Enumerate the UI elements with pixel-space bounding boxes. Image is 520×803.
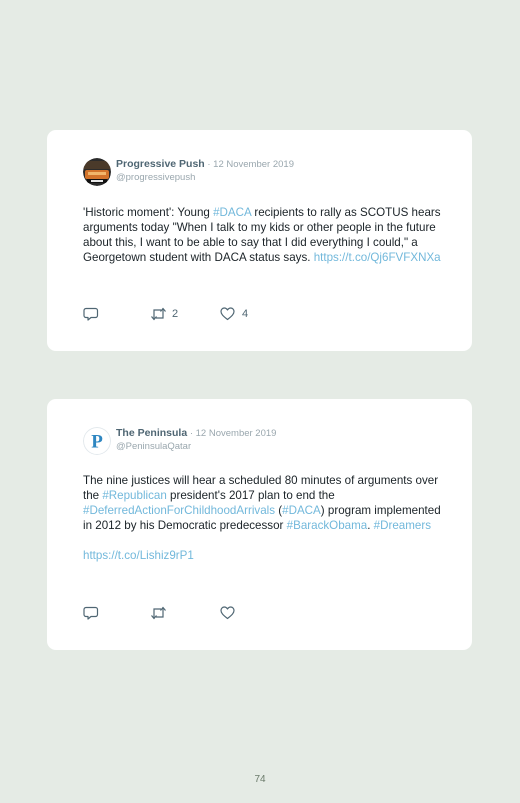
url-link[interactable]: https://t.co/Lishiz9rP1 [83, 549, 194, 562]
tweet-text: 'Historic moment': Young #DACA recipient… [83, 205, 442, 265]
text-segment: president's 2017 plan to end the [166, 489, 335, 502]
hashtag-link[interactable]: #DACA [282, 504, 321, 517]
retweet-icon [151, 307, 166, 321]
tweet-card: Progressive Push · 12 November 2019 @pro… [47, 130, 472, 351]
tweet-date[interactable]: 12 November 2019 [196, 428, 277, 439]
author-handle[interactable]: @PeninsulaQatar [116, 440, 276, 453]
meta-separator: · [187, 428, 196, 439]
tweet-meta: The Peninsula · 12 November 2019 @Penins… [116, 427, 276, 453]
the-peninsula-logo-icon: P [83, 427, 111, 455]
hashtag-link[interactable]: #BarackObama [287, 519, 368, 532]
author-name[interactable]: The Peninsula [116, 427, 187, 439]
tweet-card: P The Peninsula · 12 November 2019 @Peni… [47, 399, 472, 650]
name-line: Progressive Push · 12 November 2019 [116, 158, 294, 171]
name-line: The Peninsula · 12 November 2019 [116, 427, 276, 440]
like-count: 4 [242, 308, 249, 320]
avatar[interactable]: P [83, 427, 111, 455]
avatar[interactable] [83, 158, 111, 186]
tweet-meta: Progressive Push · 12 November 2019 @pro… [116, 158, 294, 184]
page-number: 74 [254, 774, 266, 785]
tweet-date[interactable]: 12 November 2019 [213, 159, 294, 170]
avatar-letter: P [91, 432, 103, 453]
reply-icon [83, 307, 99, 321]
heart-icon [220, 307, 235, 321]
heart-icon [220, 606, 235, 620]
hashtag-link[interactable]: #DACA [213, 206, 251, 219]
url-link[interactable]: https://t.co/Qj6FVFXNXa [314, 251, 441, 264]
retweet-icon [151, 606, 166, 620]
text-segment: 'Historic moment': Young [83, 206, 214, 219]
progressive-push-avatar-icon [83, 158, 111, 186]
retweet-count: 2 [172, 308, 179, 320]
author-handle[interactable]: @progressivepush [116, 171, 294, 184]
reply-icon [83, 606, 99, 620]
hashtag-link[interactable]: #Dreamers [374, 519, 431, 532]
tweet-text: The nine justices will hear a scheduled … [83, 473, 442, 563]
meta-separator: · [204, 159, 214, 170]
hashtag-link[interactable]: #Republican [102, 489, 166, 502]
hashtag-link[interactable]: #DeferredActionForChildhoodArrivals [83, 504, 275, 517]
author-name[interactable]: Progressive Push [116, 158, 205, 170]
